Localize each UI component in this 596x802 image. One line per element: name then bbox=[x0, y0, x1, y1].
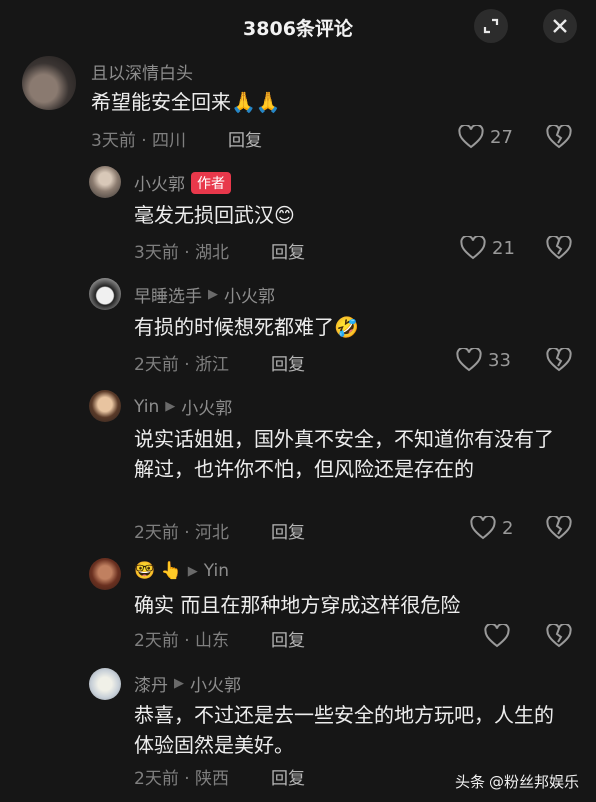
comment-meta: 3天前 · 湖北 bbox=[134, 243, 230, 263]
reply-arrow-icon: ▶ bbox=[187, 563, 198, 579]
like-button[interactable]: 27 bbox=[458, 125, 513, 149]
comment-author[interactable]: 漆丹 ▶ 小火郭 bbox=[134, 671, 241, 696]
reply-to-name[interactable]: 小火郭 bbox=[190, 671, 241, 696]
comment-text: 有损的时候想死都难了🤣 bbox=[134, 312, 359, 342]
heart-icon bbox=[458, 125, 484, 149]
expand-button[interactable] bbox=[474, 9, 508, 43]
comment-text: 希望能安全回来🙏🙏 bbox=[91, 87, 281, 117]
like-button[interactable]: 2 bbox=[470, 516, 513, 540]
author-name[interactable]: 早睡选手 bbox=[134, 282, 202, 307]
like-count: 2 bbox=[502, 517, 514, 539]
close-button[interactable] bbox=[543, 9, 577, 43]
broken-heart-icon bbox=[546, 123, 572, 149]
avatar[interactable] bbox=[89, 390, 121, 422]
reply-button[interactable]: 回复 bbox=[271, 238, 305, 263]
comment-text: 说实话姐姐，国外真不安全，不知道你有没有了解过，也许你不怕，但风险还是存在的 bbox=[134, 424, 554, 484]
comment-item: 🤓 👆 ▶ Yin 确实 而且在那种地方穿成这样很危险 2天前 · 山东 回复 bbox=[0, 558, 596, 658]
reply-button[interactable]: 回复 bbox=[271, 626, 305, 651]
comment-text-content: 说实话姐姐，国外真不安全，不知道你有没有了解过，也许你不怕，但风险还是存在的 bbox=[134, 427, 554, 481]
dislike-button[interactable] bbox=[546, 514, 572, 544]
like-count: 27 bbox=[490, 126, 513, 148]
reply-button[interactable]: 回复 bbox=[271, 518, 305, 543]
like-count: 33 bbox=[488, 349, 511, 371]
heart-icon bbox=[456, 348, 482, 372]
reply-button[interactable]: 回复 bbox=[228, 126, 262, 151]
comment-item: 且以深情白头 希望能安全回来🙏🙏 3天前 · 四川 回复 27 bbox=[0, 56, 596, 156]
avatar[interactable] bbox=[22, 56, 76, 110]
comment-item: 早睡选手 ▶ 小火郭 有损的时候想死都难了🤣 2天前 · 浙江 回复 33 bbox=[0, 278, 596, 378]
comment-item: 小火郭 作者 毫发无损回武汉😊 3天前 · 湖北 回复 21 bbox=[0, 166, 596, 266]
like-button[interactable]: 21 bbox=[460, 236, 515, 260]
heart-icon bbox=[470, 516, 496, 540]
comment-text: 毫发无损回武汉😊 bbox=[134, 200, 295, 230]
avatar[interactable] bbox=[89, 278, 121, 310]
comments-header: 3806条评论 bbox=[0, 0, 596, 52]
watermark: 头条 @粉丝邦娱乐 bbox=[455, 771, 579, 792]
comment-text-content: 希望能安全回来🙏🙏 bbox=[91, 90, 281, 114]
author-name[interactable]: 且以深情白头 bbox=[91, 59, 193, 84]
dislike-button[interactable] bbox=[546, 622, 572, 652]
comment-meta: 2天前 · 浙江 bbox=[134, 355, 230, 375]
broken-heart-icon bbox=[546, 622, 572, 648]
heart-icon bbox=[484, 624, 510, 648]
avatar[interactable] bbox=[89, 166, 121, 198]
author-badge: 作者 bbox=[191, 171, 231, 194]
author-name[interactable]: 漆丹 bbox=[134, 671, 168, 696]
comment-text-content: 恭喜，不过还是去一些安全的地方玩吧，人生的体验固然是美好。 bbox=[134, 703, 554, 757]
reply-arrow-icon: ▶ bbox=[174, 676, 184, 691]
comment-text-content: 有损的时候想死都难了🤣 bbox=[134, 315, 359, 339]
comment-author[interactable]: 早睡选手 ▶ 小火郭 bbox=[134, 282, 275, 307]
watermark-brand: 头条 bbox=[455, 773, 486, 791]
comment-author[interactable]: 🤓 👆 ▶ Yin bbox=[134, 561, 229, 581]
watermark-account: @粉丝邦娱乐 bbox=[489, 773, 580, 791]
expand-icon bbox=[483, 18, 499, 34]
close-icon bbox=[553, 19, 567, 33]
reply-to-name[interactable]: 小火郭 bbox=[181, 394, 232, 419]
comment-meta: 2天前 · 陕西 bbox=[134, 769, 230, 789]
broken-heart-icon bbox=[546, 514, 572, 540]
comment-text-content: 毫发无损回武汉😊 bbox=[134, 203, 295, 227]
comment-text: 恭喜，不过还是去一些安全的地方玩吧，人生的体验固然是美好。 bbox=[134, 700, 554, 760]
reply-to-name[interactable]: Yin bbox=[204, 561, 229, 581]
avatar[interactable] bbox=[89, 558, 121, 590]
dislike-button[interactable] bbox=[546, 123, 572, 153]
dislike-button[interactable] bbox=[546, 346, 572, 376]
heart-icon bbox=[460, 236, 486, 260]
comment-author[interactable]: 且以深情白头 bbox=[91, 59, 193, 84]
author-name[interactable]: Yin bbox=[134, 397, 159, 417]
avatar[interactable] bbox=[89, 668, 121, 700]
comment-text: 确实 而且在那种地方穿成这样很危险 bbox=[134, 590, 460, 620]
comment-meta: 2天前 · 河北 bbox=[134, 523, 230, 543]
comment-item: Yin ▶ 小火郭 说实话姐姐，国外真不安全，不知道你有没有了解过，也许你不怕，… bbox=[0, 390, 596, 550]
comment-author[interactable]: 小火郭 作者 bbox=[134, 170, 231, 195]
reply-button[interactable]: 回复 bbox=[271, 350, 305, 375]
comment-meta: 3天前 · 四川 bbox=[91, 131, 187, 151]
broken-heart-icon bbox=[546, 234, 572, 260]
like-button[interactable] bbox=[484, 624, 516, 648]
dislike-button[interactable] bbox=[546, 234, 572, 264]
broken-heart-icon bbox=[546, 346, 572, 372]
reply-button[interactable]: 回复 bbox=[271, 764, 305, 789]
reply-arrow-icon: ▶ bbox=[165, 399, 176, 414]
reply-to-name[interactable]: 小火郭 bbox=[224, 282, 275, 307]
comment-text-content: 确实 而且在那种地方穿成这样很危险 bbox=[134, 593, 461, 617]
like-count: 21 bbox=[492, 237, 515, 259]
comment-meta: 2天前 · 山东 bbox=[134, 631, 230, 651]
author-name[interactable]: 小火郭 bbox=[134, 170, 185, 195]
reply-arrow-icon: ▶ bbox=[208, 287, 218, 302]
like-button[interactable]: 33 bbox=[456, 348, 511, 372]
author-name[interactable]: 🤓 👆 bbox=[134, 561, 182, 581]
comment-author[interactable]: Yin ▶ 小火郭 bbox=[134, 394, 232, 420]
